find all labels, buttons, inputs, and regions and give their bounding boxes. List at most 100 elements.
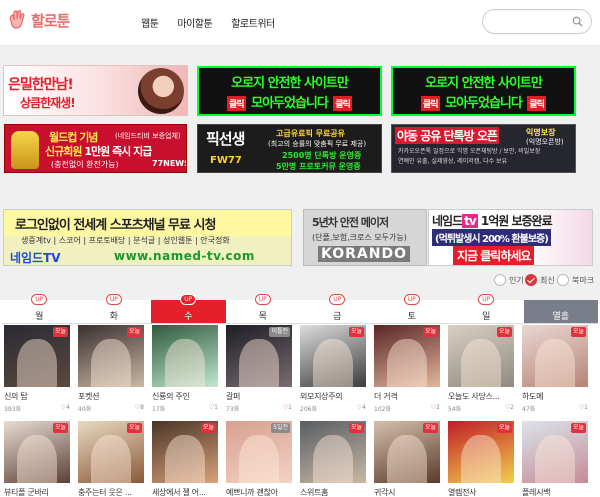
comic-card[interactable]: 신룡의 주인 17화 ♡1 — [152, 325, 218, 413]
ad-banner-1[interactable]: 은밀한만남! 상큼한재생! — [3, 65, 188, 116]
comic-thumbnail[interactable]: 5일전 — [226, 421, 292, 483]
comic-thumbnail[interactable]: 이틀전 — [226, 325, 292, 387]
ad2-line2: 모아두었습니다 — [251, 96, 329, 111]
tab-tue[interactable]: UP 화 — [76, 294, 151, 323]
comic-thumbnail[interactable] — [152, 325, 218, 387]
comic-thumbnail[interactable]: 오늘 — [300, 421, 366, 483]
nav-webtoon[interactable]: 웹툰 — [141, 15, 159, 30]
episode-count: 47화 — [522, 406, 536, 413]
trophy-icon — [11, 131, 39, 169]
ad9-guarantee: 1억원 보증완료 — [477, 214, 553, 228]
tab-mon[interactable]: UP 월 — [2, 294, 77, 323]
ad5-sub: FW77 — [210, 155, 242, 166]
comic-thumbnail[interactable]: 오늘 — [4, 421, 70, 483]
comic-card[interactable]: 오늘 외모지상주의 206화 ♡4 — [300, 325, 366, 413]
site-logo[interactable]: 할로툰 — [6, 9, 70, 31]
tab-fri[interactable]: UP 금 — [300, 294, 375, 323]
ad7-brand: 네임드TV — [10, 251, 61, 265]
episode-count: 206화 — [300, 406, 317, 413]
comic-card[interactable]: 오늘 신의 탑 393화 ♡4 — [4, 325, 70, 413]
comic-thumbnail[interactable]: 오늘 — [448, 325, 514, 387]
comic-thumbnail[interactable]: 오늘 — [522, 325, 588, 387]
search-icon[interactable] — [572, 16, 583, 27]
sort-bookmark-radio[interactable] — [557, 274, 569, 286]
sort-latest[interactable]: 최신 — [525, 274, 555, 286]
ad6-line1: 카카오오픈톡 일정으로 익명 오픈채팅방 / 보안, 비밀보장 — [398, 148, 541, 155]
comic-card[interactable]: 오늘충주는터 웃은 ... — [78, 421, 144, 497]
comic-card[interactable]: 오늘세상에서 젤 어... — [152, 421, 218, 497]
comic-thumbnail[interactable]: 오늘 — [522, 421, 588, 483]
comic-thumbnail[interactable]: 오늘 — [374, 421, 440, 483]
update-badge: 오늘 — [126, 327, 142, 337]
top-header: 할로툰 웹툰 마이할툰 할로트위터 — [0, 0, 600, 46]
comic-figure — [91, 338, 131, 387]
comic-figure — [387, 434, 427, 483]
ad-banner-7[interactable]: 로그인없이 전세계 스포츠채널 무료 시청 생중계tv | 스코어 | 프로토배… — [3, 209, 292, 266]
comic-card[interactable]: 오늘 스위트홈 — [300, 421, 366, 497]
comic-card[interactable]: 오늘귀각시 — [374, 421, 440, 497]
nav-my-halltoon[interactable]: 마이할툰 — [177, 15, 212, 30]
update-badge: 오늘 — [126, 423, 142, 433]
comic-meta: 54화 ♡2 — [448, 404, 514, 413]
ad9-cta: 지금 클릭하세요 — [453, 246, 535, 265]
comic-thumbnail[interactable]: 오늘 — [78, 421, 144, 483]
comic-thumbnail[interactable]: 오늘 — [374, 325, 440, 387]
ad1-line1: 은밀한만남! — [8, 77, 74, 93]
comic-card[interactable]: 오늘 더 거격 102화 ♡2 — [374, 325, 440, 413]
comic-figure — [239, 338, 279, 387]
comic-figure — [535, 434, 575, 483]
like-number: 4 — [362, 404, 366, 411]
sort-bookmark[interactable]: 북마크 — [557, 274, 594, 286]
ad2-line1: 오로지 안전한 사이트만 — [231, 76, 349, 91]
comic-figure — [313, 434, 353, 483]
like-number: 1 — [288, 404, 292, 411]
search-input[interactable] — [492, 14, 570, 29]
tab-ten-days[interactable]: 열흘 — [523, 300, 598, 323]
ad-banner-4[interactable]: 월드컵 기념 (네임드티비 보증업체) 신규회원 1만원 즉시 지급 (충전없이… — [4, 124, 187, 173]
tab-thu[interactable]: UP 목 — [225, 294, 300, 323]
comic-title: 충주는터 웃은 ... — [78, 488, 132, 497]
comic-card[interactable]: 오늘뷰티플 군바리 — [4, 421, 70, 497]
ad-banner-5[interactable]: 픽선생 FW77 고급유료픽 무료공유 (최고의 승률의 맞춤픽 무료 제공) … — [197, 124, 382, 173]
comic-card[interactable]: 이틀전 갈퍼 73화 ♡1 — [226, 325, 292, 413]
ad8-brand: KORANDO — [318, 246, 410, 262]
up-badge: UP — [180, 294, 197, 305]
comic-thumbnail[interactable]: 오늘 — [78, 325, 144, 387]
ad-banner-9[interactable]: 네임드 tv 1억원 보증완료 (먹튀발생시 200% 환불보증) 지금 클릭하세… — [428, 209, 593, 266]
ad-banner-8[interactable]: 5년차 안전 메이저 (단폴,보험,크로스 모두가능) KORANDO — [303, 209, 427, 266]
update-badge: 오늘 — [496, 327, 512, 337]
up-badge: UP — [403, 294, 420, 305]
tab-wed[interactable]: UP 수 — [151, 294, 226, 323]
comic-card[interactable]: 오늘 포켓션 40화 ♡8 — [78, 325, 144, 413]
up-badge: UP — [478, 294, 495, 305]
search-box — [482, 9, 592, 34]
tab-sun[interactable]: UP 일 — [449, 294, 524, 323]
comic-title: 뷰티플 군바리 — [4, 488, 49, 497]
comic-thumbnail[interactable]: 오늘 — [152, 421, 218, 483]
comic-card[interactable]: 오늘 하도메 47화 ♡1 — [522, 325, 588, 413]
sort-latest-radio[interactable] — [525, 274, 537, 286]
ad3-click-tag: 클릭 — [421, 96, 440, 111]
comic-title: 세상에서 젤 어... — [152, 488, 206, 497]
ad-banner-2[interactable]: 오로지 안전한 사이트만 클릭 모아두었습니다 클릭 — [197, 66, 382, 116]
comic-card[interactable]: 오늘 오늘도 사당스... 54화 ♡2 — [448, 325, 514, 413]
ad-banner-3[interactable]: 오로지 안전한 사이트만 클릭 모아두었습니다 클릭 — [391, 66, 576, 116]
comic-card[interactable]: 5일전 예쁘니까 괜찮아 — [226, 421, 292, 497]
ad5-line2: (최고의 승률의 맞춤픽 무료 제공) — [268, 140, 367, 148]
update-badge: 오늘 — [570, 327, 586, 337]
comic-thumbnail[interactable]: 오늘 — [448, 421, 514, 483]
ad-banner-6[interactable]: 야동 공유 단톡방 오픈 익명보장 (익명오픈방) 카카오오픈톡 일정으로 익명… — [391, 124, 576, 173]
tab-sat[interactable]: UP 토 — [374, 294, 449, 323]
sort-popular-radio[interactable] — [494, 274, 506, 286]
comic-meta: 40화 ♡8 — [78, 404, 144, 413]
update-badge: 이틀전 — [269, 327, 290, 337]
comic-thumbnail[interactable]: 오늘 — [4, 325, 70, 387]
comic-card[interactable]: 오늘 플레시백 — [522, 421, 588, 497]
comic-title: 귀각시 — [374, 488, 396, 497]
like-count: ♡4 — [357, 404, 366, 413]
comic-card[interactable]: 오늘 열렙전사 — [448, 421, 514, 497]
comic-thumbnail[interactable]: 오늘 — [300, 325, 366, 387]
nav-hallo-twitter[interactable]: 할로트위터 — [231, 15, 275, 30]
ad6-title: 야동 공유 단톡방 오픈 — [395, 127, 499, 144]
sort-popular[interactable]: 인기 — [494, 274, 524, 286]
